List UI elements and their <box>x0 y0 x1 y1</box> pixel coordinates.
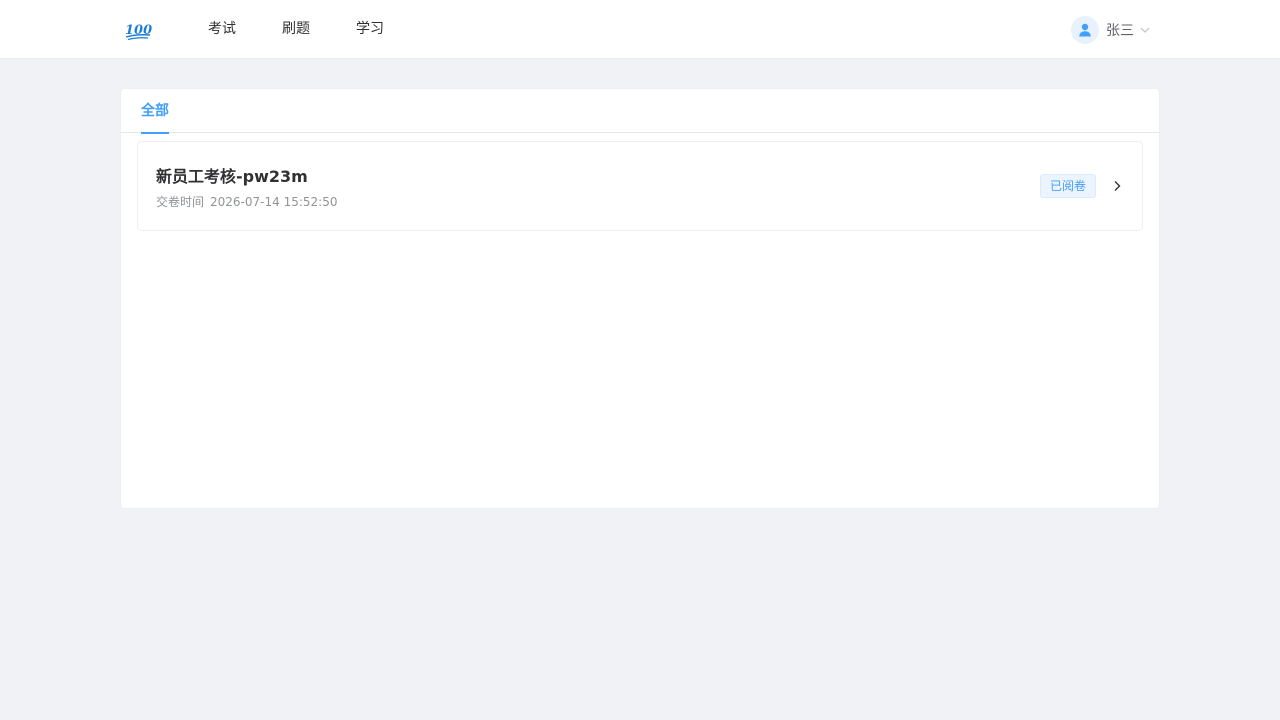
avatar[interactable] <box>1071 15 1099 44</box>
tab-bar: 全部 <box>121 89 1159 134</box>
chevron-down-icon[interactable] <box>1140 27 1150 33</box>
nav-item-practice[interactable]: 刷题 <box>282 0 310 59</box>
exam-title: 新员工考核-pw23m <box>156 167 308 186</box>
user-icon <box>1079 23 1091 36</box>
nav-item-study[interactable]: 学习 <box>356 0 384 59</box>
submit-time-label: 交卷时间 <box>156 195 205 209</box>
logo-icon[interactable]: 100 <box>124 19 152 41</box>
submit-time-value: 2026-07-14 15:52:50 <box>210 195 338 209</box>
nav-item-exam[interactable]: 考试 <box>208 0 236 59</box>
status-badge: 已阅卷 <box>1040 174 1097 198</box>
exam-records-panel: 全部 新员工考核-pw23m 交卷时间 2026-07-14 15:52:50 已… <box>120 88 1160 509</box>
chevron-right-icon[interactable] <box>1111 178 1123 194</box>
top-header: 100 考试 刷题 学习 张三 <box>0 0 1280 59</box>
tab-all[interactable]: 全部 <box>141 89 169 134</box>
exam-record-card[interactable]: 新员工考核-pw23m 交卷时间 2026-07-14 15:52:50 已阅卷 <box>137 141 1143 231</box>
username: 张三 <box>1106 22 1134 39</box>
main-nav: 考试 刷题 学习 <box>208 0 430 59</box>
submit-info: 交卷时间 2026-07-14 15:52:50 <box>156 193 337 210</box>
user-menu[interactable]: 张三 <box>1071 0 1150 59</box>
